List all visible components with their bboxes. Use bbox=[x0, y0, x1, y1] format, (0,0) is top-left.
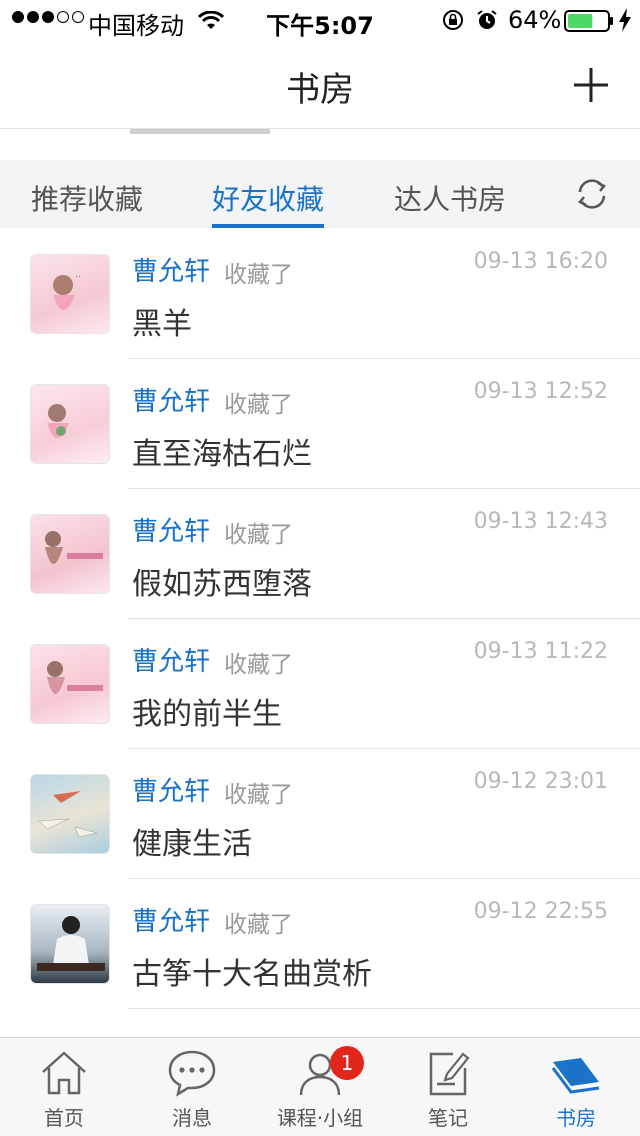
list-item[interactable]: 曹允轩 收藏了 09-13 12:43 假如苏西堕落 bbox=[0, 489, 640, 619]
svg-text:..: .. bbox=[75, 269, 81, 280]
book-cover bbox=[30, 904, 110, 984]
username[interactable]: 曹允轩 bbox=[132, 381, 210, 418]
tabbar-label: 消息 bbox=[172, 1106, 212, 1130]
battery-icon bbox=[564, 10, 614, 38]
book-cover: .. bbox=[30, 254, 110, 334]
username[interactable]: 曹允轩 bbox=[132, 901, 210, 938]
note-edit-icon bbox=[429, 1052, 470, 1096]
tabbar-label: 课程·小组 bbox=[276, 1106, 364, 1130]
list-item[interactable]: .. 曹允轩 收藏了 09-13 16:20 黑羊 bbox=[0, 229, 640, 359]
bottom-tab-bar: 首页 消息 1 课程·小组 笔记 书房 bbox=[0, 1037, 640, 1136]
chat-bubble-icon bbox=[168, 1050, 216, 1097]
home-icon bbox=[42, 1051, 86, 1095]
tabbar-item-bookshelf[interactable]: 书房 bbox=[512, 1038, 640, 1136]
book-title[interactable]: 假如苏西堕落 bbox=[132, 559, 312, 603]
timestamp: 09-13 16:20 bbox=[473, 249, 608, 274]
book-cover bbox=[30, 644, 110, 724]
feed-list: .. 曹允轩 收藏了 09-13 16:20 黑羊 曹允轩 收藏了 09-13 … bbox=[0, 229, 640, 1009]
username[interactable]: 曹允轩 bbox=[132, 641, 210, 678]
list-item[interactable]: 曹允轩 收藏了 09-12 23:01 健康生活 bbox=[0, 749, 640, 879]
rotation-lock-icon bbox=[442, 9, 464, 37]
action-text: 收藏了 bbox=[224, 912, 293, 938]
tabbar-item-messages[interactable]: 消息 bbox=[128, 1038, 256, 1136]
divider bbox=[128, 1008, 640, 1009]
action-text: 收藏了 bbox=[224, 782, 293, 808]
battery-percent: 64% bbox=[508, 6, 562, 34]
username[interactable]: 曹允轩 bbox=[132, 771, 210, 808]
username[interactable]: 曹允轩 bbox=[132, 511, 210, 548]
tabbar-item-courses-groups[interactable]: 1 课程·小组 bbox=[256, 1038, 384, 1136]
charging-icon bbox=[618, 8, 632, 38]
timestamp: 09-12 23:01 bbox=[473, 769, 608, 794]
active-tab-indicator bbox=[212, 224, 324, 228]
scrolled-header-edge bbox=[0, 129, 640, 159]
book-cover bbox=[30, 514, 110, 594]
action-text: 收藏了 bbox=[224, 522, 293, 548]
list-item[interactable]: 曹允轩 收藏了 09-13 12:52 直至海枯石烂 bbox=[0, 359, 640, 489]
book-title[interactable]: 健康生活 bbox=[132, 819, 252, 863]
timestamp: 09-13 12:43 bbox=[473, 509, 608, 534]
tabbar-item-home[interactable]: 首页 bbox=[0, 1038, 128, 1136]
plus-icon bbox=[574, 68, 608, 102]
list-item[interactable]: 曹允轩 收藏了 09-12 22:55 古筝十大名曲赏析 bbox=[0, 879, 640, 1009]
book-title[interactable]: 古筝十大名曲赏析 bbox=[132, 949, 372, 993]
timestamp: 09-13 11:22 bbox=[473, 639, 608, 664]
alarm-icon bbox=[476, 9, 498, 37]
page-title: 书房 bbox=[286, 70, 354, 110]
action-text: 收藏了 bbox=[224, 652, 293, 678]
tabbar-label: 书房 bbox=[556, 1106, 596, 1130]
book-title[interactable]: 我的前半生 bbox=[132, 689, 282, 733]
refresh-button[interactable] bbox=[574, 176, 610, 216]
tab-recommended[interactable]: 推荐收藏 bbox=[31, 178, 143, 218]
book-title[interactable]: 黑羊 bbox=[132, 299, 192, 343]
book-title[interactable]: 直至海枯石烂 bbox=[132, 429, 312, 473]
action-text: 收藏了 bbox=[224, 392, 293, 418]
book-cover bbox=[30, 774, 110, 854]
timestamp: 09-12 22:55 bbox=[473, 899, 608, 924]
action-text: 收藏了 bbox=[224, 262, 293, 288]
tab-experts[interactable]: 达人书房 bbox=[394, 178, 506, 218]
add-button[interactable] bbox=[572, 66, 610, 108]
username[interactable]: 曹允轩 bbox=[132, 251, 210, 288]
list-item[interactable]: 曹允轩 收藏了 09-13 11:22 我的前半生 bbox=[0, 619, 640, 749]
tabbar-item-notes[interactable]: 笔记 bbox=[384, 1038, 512, 1136]
notification-badge: 1 bbox=[330, 1046, 364, 1080]
tabbar-label: 首页 bbox=[44, 1106, 84, 1130]
tabbar-label: 笔记 bbox=[428, 1106, 468, 1130]
book-cover bbox=[30, 384, 110, 464]
collection-tabs: 推荐收藏 好友收藏 达人书房 bbox=[0, 160, 640, 228]
refresh-icon bbox=[578, 179, 606, 209]
status-bar: 中国移动 下午5:07 64% bbox=[0, 0, 640, 40]
timestamp: 09-13 12:52 bbox=[473, 379, 608, 404]
navigation-bar: 书房 bbox=[0, 40, 640, 129]
tab-friends[interactable]: 好友收藏 bbox=[212, 178, 324, 218]
bookshelf-icon bbox=[551, 1058, 600, 1094]
